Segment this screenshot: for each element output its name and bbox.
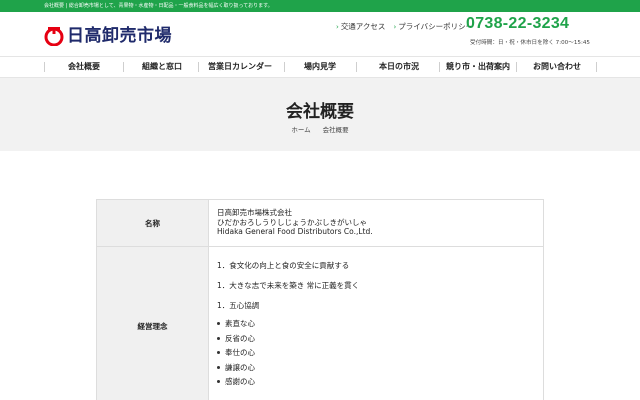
privacy-link[interactable]: › プライバシーポリシー <box>393 21 473 32</box>
nav-separator <box>356 62 357 72</box>
site-logo[interactable]: 日高卸売市場 <box>44 26 172 47</box>
arrow-right-icon: › <box>393 22 397 31</box>
nav-item-organization[interactable]: 組織と窓口 <box>142 57 182 77</box>
list-item-label: 素直な心 <box>225 319 255 328</box>
list-item-label: 謙譲の心 <box>225 362 255 372</box>
header-links: › 交通アクセス › プライバシーポリシー <box>336 21 473 32</box>
nav-separator <box>596 62 597 72</box>
business-hours: 受付時間：日・祝・休市日を除く 7:00〜15:45 <box>470 40 590 46</box>
company-name-cell: 日高卸売市場株式会社 ひだかおろしうりしじょうかぶしきがいしゃ Hidaka G… <box>209 200 544 246</box>
bullet-icon <box>217 380 220 383</box>
table-row: 経営理念 1．食文化の向上と食の安全に貢献する 1．大きな志で未来を築き 常に正… <box>97 247 544 400</box>
list-item: 素直な心 <box>217 319 535 328</box>
privacy-link-label: プライバシーポリシー <box>398 22 474 31</box>
logo-mark-icon <box>44 26 64 47</box>
nav-separator <box>44 62 45 72</box>
breadcrumb-current: 会社概要 <box>322 126 349 134</box>
company-name-ja: 日高卸売市場株式会社 <box>217 208 292 217</box>
phone-number[interactable]: 0738-22-3234 <box>466 15 569 33</box>
nav-separator <box>198 62 199 72</box>
list-item: 反省の心 <box>217 334 535 343</box>
philosophy-item: 1．大きな志で未来を築き 常に正義を貫く <box>217 281 360 290</box>
nav-item-contact[interactable]: お問い合わせ <box>533 57 581 77</box>
nav-item-company[interactable]: 会社概要 <box>68 57 100 77</box>
bullet-icon <box>217 351 220 354</box>
nav-item-tour[interactable]: 場内見学 <box>304 57 336 77</box>
nav-separator <box>439 62 440 72</box>
philosophy-cell: 1．食文化の向上と食の安全に貢献する 1．大きな志で未来を築き 常に正義を貫く … <box>209 247 544 400</box>
nav-separator <box>516 62 517 72</box>
main-nav: 会社概要 組織と窓口 営業日カレンダー 場内見学 本日の市況 競り市・出荷案内 … <box>0 56 640 78</box>
logo-text: 日高卸売市場 <box>67 26 172 46</box>
page-hero: 会社概要 ホーム 会社概要 <box>0 78 640 151</box>
list-item: 感謝の心 <box>217 377 535 386</box>
site-header: 日高卸売市場 › 交通アクセス › プライバシーポリシー 0738-22-323… <box>0 12 640 56</box>
top-banner-text: 会社概要 | 総合卸売市場として、青果物・水産物・日配品・一般食料品を幅広く取り… <box>44 3 273 9</box>
list-item-label: 奉仕の心 <box>225 348 255 357</box>
breadcrumb: ホーム 会社概要 <box>0 124 640 134</box>
arrow-right-icon: › <box>336 22 339 31</box>
list-item-label: 反省の心 <box>225 333 255 343</box>
nav-separator <box>284 62 285 72</box>
philosophy-item: 1．食文化の向上と食の安全に貢献する <box>217 261 350 270</box>
nav-item-market[interactable]: 本日の市況 <box>379 57 419 77</box>
page-title: 会社概要 <box>286 102 354 122</box>
breadcrumb-home[interactable]: ホーム <box>291 124 310 134</box>
row-header-name: 名称 <box>97 200 209 246</box>
list-item: 謙譲の心 <box>217 363 535 372</box>
top-banner: 会社概要 | 総合卸売市場として、青果物・水産物・日配品・一般食料品を幅広く取り… <box>0 0 640 12</box>
list-item-label: 感謝の心 <box>225 377 255 386</box>
nav-item-auction[interactable]: 競り市・出荷案内 <box>446 57 510 77</box>
row-header-philosophy: 経営理念 <box>97 247 209 400</box>
nav-separator <box>123 62 124 72</box>
company-info-table: 名称 日高卸売市場株式会社 ひだかおろしうりしじょうかぶしきがいしゃ Hidak… <box>96 199 544 400</box>
access-link[interactable]: › 交通アクセス <box>336 21 385 32</box>
list-item: 奉仕の心 <box>217 348 535 357</box>
company-name-kana: ひだかおろしうりしじょうかぶしきがいしゃ <box>217 217 367 227</box>
philosophy-item: 1．五心協調 <box>217 301 260 310</box>
table-row: 名称 日高卸売市場株式会社 ひだかおろしうりしじょうかぶしきがいしゃ Hidak… <box>97 200 544 247</box>
bullet-icon <box>217 336 220 340</box>
nav-item-calendar[interactable]: 営業日カレンダー <box>208 57 272 77</box>
bullet-icon <box>217 322 220 325</box>
company-name-en: Hidaka General Food Distributors Co.,Ltd… <box>217 227 373 237</box>
access-link-label: 交通アクセス <box>340 22 386 31</box>
bullet-icon <box>217 365 220 369</box>
